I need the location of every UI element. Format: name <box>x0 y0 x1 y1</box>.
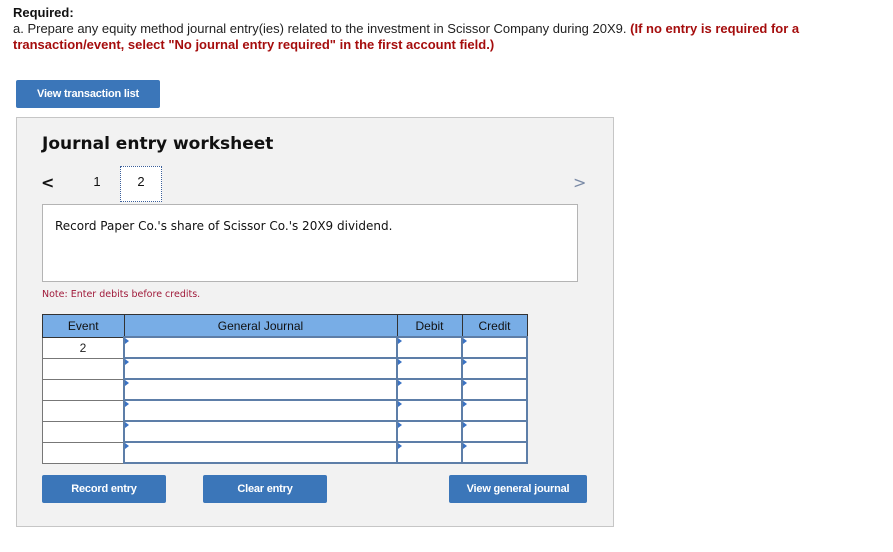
chevron-right-icon[interactable]: > <box>573 173 586 192</box>
journal-table: Event General Journal Debit Credit 2 <box>42 314 528 464</box>
cell-marker-icon <box>125 359 129 365</box>
account-cell <box>123 441 398 464</box>
account-cell <box>123 336 398 359</box>
event-cell <box>42 441 125 464</box>
credit-input[interactable] <box>463 444 526 461</box>
cell-marker-icon <box>125 422 129 428</box>
account-input[interactable] <box>125 402 396 419</box>
debit-credit-note: Note: Enter debits before credits. <box>42 289 201 300</box>
event-cell <box>42 378 125 401</box>
credit-cell <box>461 336 528 359</box>
cell-marker-icon <box>463 338 467 344</box>
table-row: 2 <box>42 336 528 359</box>
cell-marker-icon <box>463 401 467 407</box>
debit-cell <box>396 399 463 422</box>
table-row <box>42 378 528 401</box>
event-cell: 2 <box>42 336 125 359</box>
credit-cell <box>461 357 528 380</box>
worksheet-title: Journal entry worksheet <box>42 134 274 154</box>
debit-input[interactable] <box>398 402 461 419</box>
credit-input[interactable] <box>463 381 526 398</box>
cell-marker-icon <box>398 422 402 428</box>
clear-entry-button[interactable]: Clear entry <box>203 475 327 503</box>
account-cell <box>123 357 398 380</box>
view-general-journal-button[interactable]: View general journal <box>449 475 587 503</box>
debit-cell <box>396 336 463 359</box>
account-input[interactable] <box>125 381 396 398</box>
debit-cell <box>396 378 463 401</box>
credit-input[interactable] <box>463 402 526 419</box>
debit-input[interactable] <box>398 360 461 377</box>
transaction-description: Record Paper Co.'s share of Scissor Co.'… <box>55 219 393 233</box>
required-heading: Required: <box>13 5 74 20</box>
credit-input[interactable] <box>463 423 526 440</box>
table-header-row: Event General Journal Debit Credit <box>42 314 528 338</box>
cell-marker-icon <box>398 443 402 449</box>
debit-input[interactable] <box>398 444 461 461</box>
credit-input[interactable] <box>463 339 526 356</box>
account-cell <box>123 399 398 422</box>
record-entry-button[interactable]: Record entry <box>42 475 166 503</box>
cell-marker-icon <box>125 338 129 344</box>
account-cell <box>123 378 398 401</box>
chevron-left-icon[interactable]: < <box>41 173 54 192</box>
header-event: Event <box>42 314 125 338</box>
event-cell <box>42 357 125 380</box>
credit-cell <box>461 378 528 401</box>
cell-marker-icon <box>125 443 129 449</box>
table-row <box>42 399 528 422</box>
credit-cell <box>461 441 528 464</box>
tab-2[interactable]: 2 <box>120 166 162 202</box>
cell-marker-icon <box>398 380 402 386</box>
cell-marker-icon <box>463 422 467 428</box>
cell-marker-icon <box>463 359 467 365</box>
header-general-journal: General Journal <box>123 314 398 338</box>
required-instructions: Required: a. Prepare any equity method j… <box>13 5 873 53</box>
credit-input[interactable] <box>463 360 526 377</box>
event-cell <box>42 399 125 422</box>
header-credit: Credit <box>461 314 528 338</box>
table-row <box>42 441 528 464</box>
cell-marker-icon <box>463 443 467 449</box>
account-cell <box>123 420 398 443</box>
account-input[interactable] <box>125 360 396 377</box>
debit-cell <box>396 420 463 443</box>
account-input[interactable] <box>125 423 396 440</box>
tab-1[interactable]: 1 <box>87 172 107 192</box>
debit-cell <box>396 357 463 380</box>
cell-marker-icon <box>398 338 402 344</box>
table-row <box>42 420 528 443</box>
journal-entry-worksheet: Journal entry worksheet < 1 2 > Record P… <box>16 117 614 527</box>
credit-cell <box>461 420 528 443</box>
debit-input[interactable] <box>398 423 461 440</box>
debit-cell <box>396 441 463 464</box>
transaction-description-box: Record Paper Co.'s share of Scissor Co.'… <box>42 204 578 282</box>
account-input[interactable] <box>125 339 396 356</box>
debit-input[interactable] <box>398 339 461 356</box>
account-input[interactable] <box>125 444 396 461</box>
event-cell <box>42 420 125 443</box>
credit-cell <box>461 399 528 422</box>
cell-marker-icon <box>125 380 129 386</box>
table-row <box>42 357 528 380</box>
cell-marker-icon <box>463 380 467 386</box>
header-debit: Debit <box>396 314 463 338</box>
cell-marker-icon <box>125 401 129 407</box>
debit-input[interactable] <box>398 381 461 398</box>
view-transaction-list-button[interactable]: View transaction list <box>16 80 160 108</box>
cell-marker-icon <box>398 401 402 407</box>
instruction-text: a. Prepare any equity method journal ent… <box>13 21 627 36</box>
cell-marker-icon <box>398 359 402 365</box>
